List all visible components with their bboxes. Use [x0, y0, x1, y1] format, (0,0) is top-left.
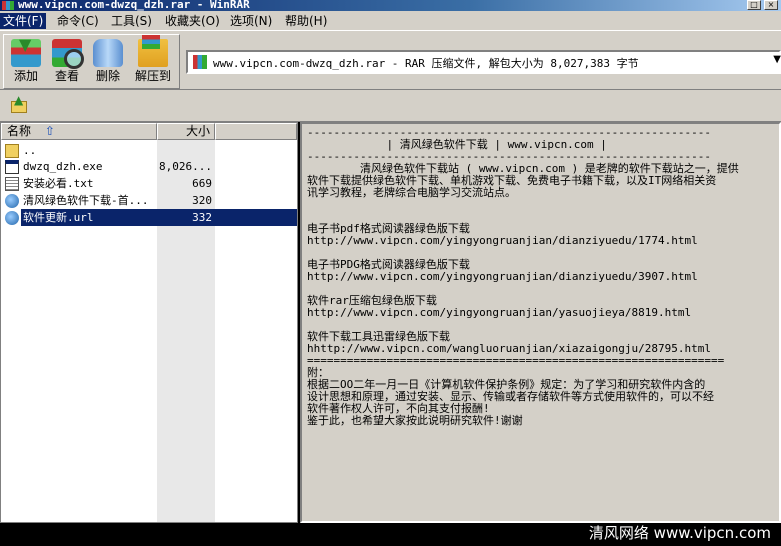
winrar-app-icon [2, 1, 14, 10]
folder-icon [5, 144, 19, 158]
menu-options[interactable]: 选项(N) [227, 13, 275, 29]
add-icon [11, 35, 41, 67]
view-label: 查看 [54, 69, 79, 83]
file-row[interactable]: 安装必看.txt 669 [1, 175, 297, 192]
up-arrow-icon: ▲ [14, 93, 24, 107]
delete-button[interactable]: 删除 [88, 37, 128, 87]
column-header-size[interactable]: 大小 [157, 123, 215, 140]
menu-commands[interactable]: 命令(C) [54, 13, 102, 29]
file-name: dwzq_dzh.exe [23, 160, 103, 173]
watermark: 清风网络 www.vipcn.com [588, 524, 771, 542]
extract-icon [138, 35, 168, 67]
toolbar: 添加 查看 删除 解压到 www.vipcn.com-dwzq_dzh.rar … [0, 31, 781, 90]
column-size-label: 大小 [185, 124, 210, 138]
toolbar-button-group: 添加 查看 删除 解压到 [3, 34, 180, 89]
column-header-name[interactable]: 名称 ⇧ [1, 123, 157, 140]
maximize-button[interactable]: □ [747, 0, 761, 10]
menu-favorites[interactable]: 收藏夹(O) [162, 13, 223, 29]
add-button[interactable]: 添加 [6, 35, 46, 87]
sort-ascending-icon: ⇧ [44, 124, 55, 138]
internet-shortcut-icon [5, 211, 19, 225]
file-size: 332 [192, 211, 212, 224]
text-file-icon [5, 177, 19, 191]
title-bar: www.vipcn.com-dwzq_dzh.rar - WinRAR □ × [0, 0, 781, 11]
exe-file-icon [5, 160, 19, 174]
file-list-pane: 名称 ⇧ 大小 .. dwzq_dzh.exe 8,026... 安装必看.tx… [0, 122, 298, 523]
archive-path-text: www.vipcn.com-dwzq_dzh.rar - RAR 压缩文件, 解… [213, 57, 639, 70]
menu-help[interactable]: 帮助(H) [282, 13, 330, 29]
menu-tools[interactable]: 工具(S) [108, 13, 155, 29]
file-size: 320 [192, 194, 212, 207]
view-button[interactable]: 查看 [47, 37, 87, 87]
file-row-selected[interactable]: 软件更新.url 332 [1, 209, 297, 226]
window-title: www.vipcn.com-dwzq_dzh.rar - WinRAR [18, 0, 250, 11]
file-name: .. [23, 144, 37, 157]
file-size: 8,026... [159, 160, 212, 173]
file-name: 安装必看.txt [23, 177, 94, 190]
view-icon [52, 39, 84, 69]
archive-comment-text: ----------------------------------------… [307, 126, 739, 427]
close-button[interactable]: × [764, 0, 778, 10]
menu-file[interactable]: 文件(F) [0, 13, 47, 29]
add-label: 添加 [13, 69, 38, 83]
column-name-label: 名称 [7, 124, 32, 138]
navigation-bar: ▲ [0, 90, 781, 122]
rar-archive-icon [193, 55, 207, 69]
up-folder-button[interactable]: ▲ [9, 93, 31, 115]
chevron-down-icon[interactable]: ▼ [773, 54, 781, 65]
archive-comment-pane[interactable]: ----------------------------------------… [300, 122, 781, 523]
file-name: 清风绿色软件下载-首... [23, 194, 149, 207]
extract-label: 解压到 [134, 69, 171, 83]
extract-to-button[interactable]: 解压到 [129, 35, 177, 87]
internet-shortcut-icon [5, 194, 19, 208]
file-row[interactable]: dwzq_dzh.exe 8,026... [1, 158, 297, 175]
column-header-empty [215, 123, 297, 140]
archive-path-box[interactable]: www.vipcn.com-dwzq_dzh.rar - RAR 压缩文件, 解… [186, 50, 781, 74]
file-row[interactable]: 清风绿色软件下载-首... 320 [1, 192, 297, 209]
menu-bar: 文件(F) 命令(C) 工具(S) 收藏夹(O) 选项(N) 帮助(H) [0, 11, 781, 31]
delete-label: 删除 [95, 69, 120, 83]
delete-icon [93, 39, 123, 67]
file-size: 669 [192, 177, 212, 190]
file-row-parent[interactable]: .. [1, 142, 297, 159]
